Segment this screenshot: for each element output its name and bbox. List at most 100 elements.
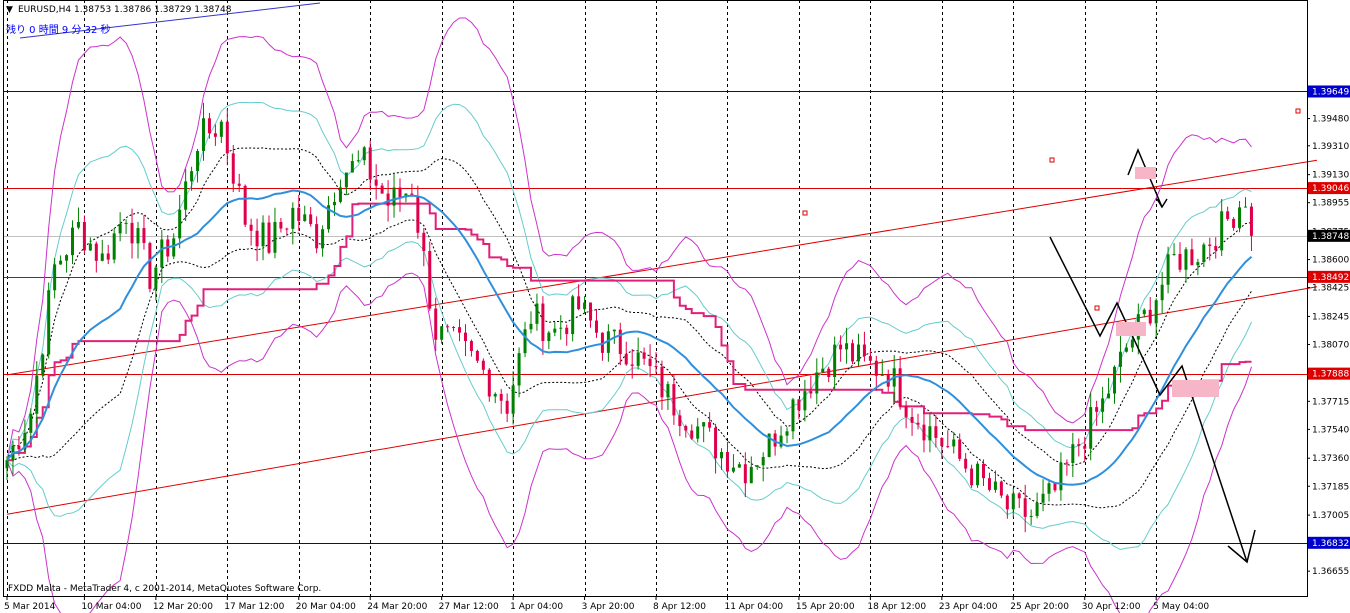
candle-body <box>702 422 706 427</box>
candle-body <box>338 187 342 202</box>
x-tick-label-4: 20 Mar 04:00 <box>296 602 356 612</box>
candle-93 <box>559 315 563 340</box>
candle-111 <box>666 381 670 410</box>
trend-channel <box>6 2 1318 515</box>
eurusd-h4-chart[interactable]: 1.39649 1.39480 1.39310 1.39130 1.38955 1.387… <box>0 0 1350 613</box>
x-tick-label-5: 24 Mar 20:00 <box>367 602 427 612</box>
candle-body <box>952 439 956 447</box>
candle-body <box>362 147 366 161</box>
candle-body <box>898 368 902 407</box>
candle-body <box>690 430 694 439</box>
candle-52 <box>315 216 319 254</box>
y-tick-label-13: 1.37360 <box>1312 454 1349 464</box>
candle-77 <box>463 324 467 357</box>
candle-body <box>261 222 265 247</box>
candle-body <box>422 232 426 251</box>
candle-131 <box>785 427 789 444</box>
candle-104 <box>624 341 628 366</box>
candle-body <box>136 228 140 244</box>
broker-footer: FXDD Malta - MetaTrader 4, c 2001-2014, … <box>8 584 321 594</box>
x-tick-label-8: 3 Apr 20:00 <box>582 602 635 612</box>
candle-103 <box>618 322 622 366</box>
candle-body <box>1089 407 1093 449</box>
candle-body <box>386 193 390 206</box>
candle-202 <box>1208 237 1212 261</box>
candle-body <box>1023 498 1027 517</box>
candle-34 <box>207 112 211 139</box>
candle-182 <box>1089 392 1093 461</box>
candle-body <box>589 302 593 321</box>
candle-body <box>368 147 372 180</box>
candle-body <box>303 214 307 221</box>
candle-body <box>82 221 86 251</box>
candle-106 <box>636 337 640 370</box>
x-tick-label-13: 23 Apr 04:00 <box>939 602 998 612</box>
candle-body <box>1113 366 1117 394</box>
x-tick-label-0: 5 Mar 2014 <box>4 602 56 612</box>
candle-7 <box>47 282 51 359</box>
candle-body <box>523 329 527 354</box>
candle-body <box>1196 262 1200 266</box>
candle-132 <box>791 397 795 440</box>
candle-body <box>672 384 676 416</box>
candle-body <box>1118 351 1122 367</box>
candle-body <box>130 222 134 244</box>
candle-body <box>1101 398 1105 412</box>
candle-body <box>154 267 158 289</box>
y-tick-label-9: 1.38070 <box>1312 340 1349 350</box>
candle-60 <box>362 145 366 166</box>
channel-handle-3 <box>1094 305 1100 311</box>
candle-156 <box>934 415 938 448</box>
candle-139 <box>833 336 837 390</box>
candle-12 <box>76 207 80 230</box>
candle-54 <box>327 196 331 233</box>
candle-body <box>481 360 485 370</box>
candle-15 <box>94 241 98 273</box>
collapse-arrow-icon[interactable]: ▼ <box>6 5 13 15</box>
level-tag-label-4: 1.37888 <box>1312 370 1349 380</box>
candle-body <box>178 209 182 239</box>
candle-body <box>1232 218 1236 228</box>
candle-161 <box>964 453 968 473</box>
candle-body <box>118 223 122 234</box>
candle-23 <box>142 215 146 250</box>
moving-average <box>6 189 1253 486</box>
candle-163 <box>976 461 980 488</box>
candle-body <box>1059 462 1063 491</box>
candle-body <box>666 384 670 398</box>
candle-body <box>1029 515 1033 517</box>
candle-154 <box>922 411 926 453</box>
candle-body <box>47 290 51 355</box>
candle-body <box>321 229 325 249</box>
candle-51 <box>309 206 313 227</box>
candle-body <box>1053 483 1057 491</box>
candle-body <box>624 353 628 365</box>
candle-30 <box>184 168 188 222</box>
candle-body <box>553 328 557 333</box>
candle-90 <box>541 296 545 355</box>
candle-body <box>642 352 646 359</box>
candle-94 <box>565 324 569 346</box>
candle-83 <box>499 388 503 414</box>
candle-50 <box>303 205 307 222</box>
candle-body <box>440 326 444 340</box>
candle-39 <box>237 173 241 193</box>
candle-112 <box>672 374 676 425</box>
candle-body <box>1011 493 1015 510</box>
candle-body <box>463 332 467 341</box>
candle-body <box>142 228 146 243</box>
candle-body <box>630 364 634 366</box>
candle-79 <box>475 349 479 364</box>
candle-body <box>267 222 271 253</box>
channel-handle-2 <box>1295 108 1301 114</box>
y-tick-label-15: 1.37005 <box>1312 511 1349 521</box>
candle-11 <box>70 220 74 264</box>
candle-46 <box>279 218 283 233</box>
candle-body <box>225 121 229 154</box>
y-tick-label-6: 1.38600 <box>1312 256 1349 266</box>
candle-58 <box>350 153 354 173</box>
candle-body <box>761 456 765 466</box>
candle-73 <box>440 326 444 344</box>
candle-body <box>1154 300 1158 324</box>
candle-177 <box>1059 452 1063 501</box>
